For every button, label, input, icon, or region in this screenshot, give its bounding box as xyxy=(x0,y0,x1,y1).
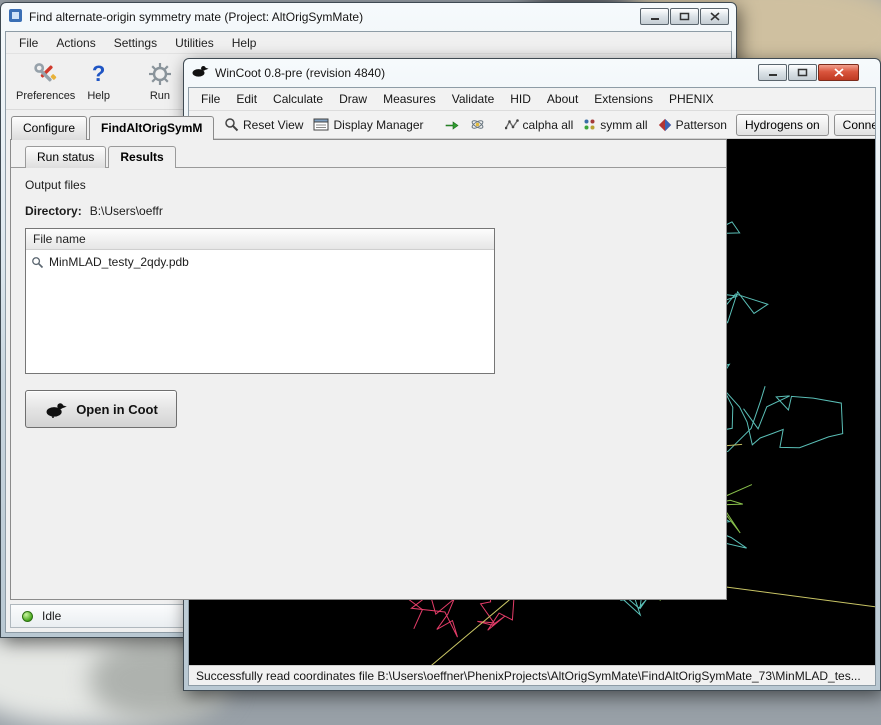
hydrogens-on-button[interactable]: Hydrogens on xyxy=(736,114,829,136)
help-label: Help xyxy=(87,90,110,102)
menu-item-about[interactable]: About xyxy=(539,89,586,109)
preferences-label: Preferences xyxy=(16,90,75,102)
magnifier-icon xyxy=(31,256,44,269)
menu-item-phenix[interactable]: PHENIX xyxy=(661,89,722,109)
wincoot-status-text: Successfully read coordinates file B:\Us… xyxy=(196,669,861,683)
help-icon: ? xyxy=(92,58,105,90)
open-in-coot-label: Open in Coot xyxy=(76,402,158,417)
phenix-status-text: Idle xyxy=(42,609,61,623)
tab-configure[interactable]: Configure xyxy=(11,116,87,140)
directory-value: B:\Users\oeffr xyxy=(90,204,163,218)
minimize-icon xyxy=(768,68,778,77)
run-label: Run xyxy=(150,90,170,102)
help-button[interactable]: ? Help xyxy=(81,57,116,103)
menu-item-utilities[interactable]: Utilities xyxy=(166,34,223,52)
phenix-titlebar[interactable]: Find alternate-origin symmetry mate (Pro… xyxy=(1,3,736,30)
menu-item-edit[interactable]: Edit xyxy=(228,89,265,109)
close-icon xyxy=(834,68,844,77)
menu-item-file[interactable]: File xyxy=(193,89,228,109)
file-row[interactable]: MinMLAD_testy_2qdy.pdb xyxy=(26,250,494,274)
wincoot-statusbar: Successfully read coordinates file B:\Us… xyxy=(189,665,875,685)
menu-item-file[interactable]: File xyxy=(10,34,47,52)
wincoot-window-icon xyxy=(191,64,209,81)
close-icon xyxy=(710,12,720,21)
maximize-icon xyxy=(797,68,808,77)
wincoot-window-title: WinCoot 0.8-pre (revision 4840) xyxy=(215,66,385,80)
file-list-header[interactable]: File name xyxy=(26,229,494,250)
menu-item-hid[interactable]: HID xyxy=(502,89,539,109)
close-button[interactable] xyxy=(700,8,729,25)
file-name: MinMLAD_testy_2qdy.pdb xyxy=(49,255,189,269)
phenix-subtab-row: Run status Results xyxy=(11,140,726,168)
phenix-window-title: Find alternate-origin symmetry mate (Pro… xyxy=(29,10,363,24)
run-button[interactable]: Run xyxy=(142,57,178,103)
status-dot-icon xyxy=(22,611,33,622)
gear-icon xyxy=(148,58,172,90)
wincoot-titlebar[interactable]: WinCoot 0.8-pre (revision 4840) xyxy=(184,59,880,86)
minimize-button[interactable] xyxy=(758,64,787,81)
subtab-results[interactable]: Results xyxy=(108,146,175,168)
phenix-results-panel: Run status Results Output files Director… xyxy=(10,139,727,600)
maximize-button[interactable] xyxy=(670,8,699,25)
menu-item-calculate[interactable]: Calculate xyxy=(265,89,331,109)
menu-item-draw[interactable]: Draw xyxy=(331,89,375,109)
wincoot-menubar: File Edit Calculate Draw Measures Valida… xyxy=(189,88,875,111)
phenix-tab-row: Configure FindAltOrigSymM xyxy=(6,110,731,140)
output-files-label: Output files xyxy=(25,178,712,192)
phenix-window-icon xyxy=(8,8,23,26)
tools-icon xyxy=(33,58,59,90)
maximize-button[interactable] xyxy=(788,64,817,81)
menu-item-validate[interactable]: Validate xyxy=(444,89,502,109)
directory-label: Directory: xyxy=(25,204,82,218)
coot-bird-icon xyxy=(44,401,68,418)
maximize-icon xyxy=(679,12,690,21)
subtab-run-status[interactable]: Run status xyxy=(25,146,106,168)
preferences-button[interactable]: Preferences xyxy=(10,57,81,103)
connected-to-phenix-button[interactable]: Connected to PHENIX xyxy=(834,114,876,136)
minimize-button[interactable] xyxy=(640,8,669,25)
output-file-list: File name MinMLAD_testy_2qdy.pdb xyxy=(25,228,495,374)
menu-item-measures[interactable]: Measures xyxy=(375,89,444,109)
menu-item-settings[interactable]: Settings xyxy=(105,34,166,52)
open-in-coot-button[interactable]: Open in Coot xyxy=(25,390,177,428)
menu-item-actions[interactable]: Actions xyxy=(47,34,104,52)
menu-item-help[interactable]: Help xyxy=(223,34,266,52)
menu-item-extensions[interactable]: Extensions xyxy=(586,89,661,109)
minimize-icon xyxy=(650,12,660,21)
phenix-menubar: File Actions Settings Utilities Help xyxy=(6,32,731,54)
tab-findaltorigsymmate[interactable]: FindAltOrigSymM xyxy=(89,116,214,140)
close-button[interactable] xyxy=(818,64,859,81)
